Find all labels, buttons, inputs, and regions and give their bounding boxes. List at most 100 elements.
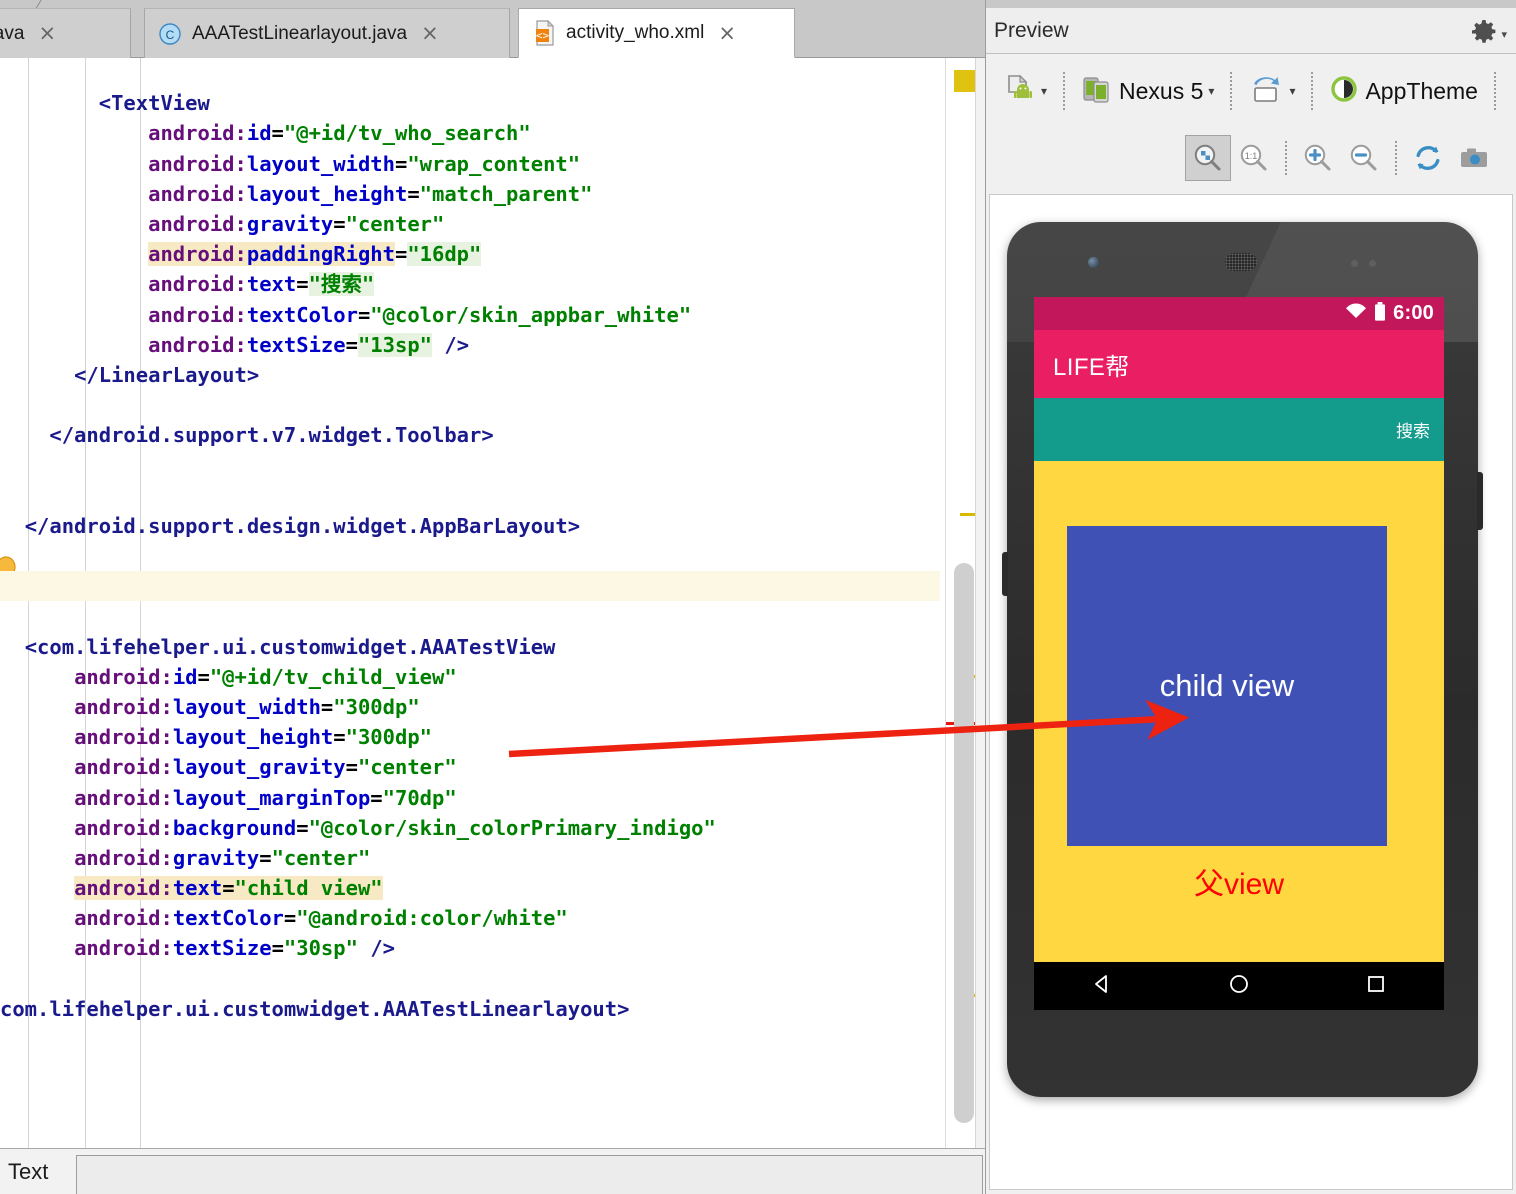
home-circle-icon[interactable] [1226, 971, 1252, 1002]
code-token: = [370, 786, 382, 810]
device-dropdown[interactable]: Nexus 5 ▾ [1075, 70, 1220, 113]
config-dropdown[interactable]: ▾ [996, 69, 1053, 114]
code-token [0, 635, 25, 659]
code-token: background [173, 816, 296, 840]
gutter-marker[interactable] [954, 70, 976, 92]
chevron-down-icon[interactable]: ▾ [1041, 85, 1047, 97]
code-token [358, 936, 370, 960]
chevron-down-icon[interactable]: ▾ [1501, 28, 1507, 41]
editor-scrollbar-thumb[interactable] [954, 563, 974, 1123]
theme-icon [1329, 74, 1359, 109]
editor-tab-label: ivity.java [0, 23, 24, 45]
code-token: "搜索" [309, 272, 375, 296]
code-token: layout_gravity [173, 755, 346, 779]
code-text-area[interactable]: <TextView android:id="@+id/tv_who_search… [0, 58, 985, 1148]
preview-top-strip [986, 0, 1516, 8]
code-token [0, 936, 74, 960]
zoom-out-button[interactable] [1341, 135, 1387, 181]
editor-tab-label: activity_who.xml [566, 22, 704, 44]
code-token: = [296, 816, 308, 840]
search-label[interactable]: 搜索 [1396, 417, 1430, 442]
code-line: android:textColor="@android:color/white" [0, 903, 940, 933]
close-icon[interactable]: × [718, 23, 736, 44]
theme-dropdown[interactable]: AppTheme [1323, 71, 1484, 112]
child-view-text: child view [1160, 668, 1294, 704]
refresh-render-button[interactable] [1405, 135, 1451, 181]
code-token: = [284, 906, 296, 930]
code-token: android: [148, 333, 247, 357]
preview-settings-button[interactable]: ▾ [1470, 18, 1507, 51]
code-token: android: [74, 665, 173, 689]
chevron-down-icon[interactable]: ▾ [1289, 85, 1295, 97]
search-toolbar[interactable]: 搜索 [1034, 398, 1444, 461]
code-token: <com.lifehelper.ui.customwidget.AAATestV… [25, 635, 556, 659]
code-token: android: [74, 755, 173, 779]
code-token [0, 303, 148, 327]
editor-scrollbar-track[interactable] [975, 58, 985, 1148]
code-token: "300dp" [333, 695, 419, 719]
editor-tab-activity-who-xml[interactable]: <> activity_who.xml × [518, 8, 795, 58]
svg-text:1:1: 1:1 [1245, 151, 1258, 161]
code-token: = [272, 121, 284, 145]
code-token [0, 242, 148, 266]
code-token [0, 152, 148, 176]
editor-marker-gutter[interactable] [945, 58, 985, 1148]
code-line: com.lifehelper.ui.customwidget.AAATestLi… [0, 994, 940, 1024]
code-token: "center" [272, 846, 371, 870]
zoom-to-fit-button[interactable] [1185, 135, 1231, 181]
code-line: android:layout_gravity="center" [0, 752, 940, 782]
design-mode-tab-strip[interactable] [76, 1155, 983, 1194]
wifi-icon [1345, 303, 1367, 324]
gear-icon [1470, 18, 1498, 51]
code-token: layout_height [173, 725, 333, 749]
orientation-dropdown[interactable]: ▾ [1242, 70, 1301, 113]
code-token: = [198, 665, 210, 689]
tabbar-top-strip: / [0, 0, 985, 8]
preview-render-canvas[interactable]: 6:00 LIFE帮 搜索 子view child view 父view [989, 194, 1513, 1190]
annotation-parent-view-label: 父view [1034, 859, 1444, 903]
code-token: paddingRight [247, 242, 395, 266]
orientation-icon [1248, 73, 1284, 110]
zoom-actual-size-button[interactable]: 1:1 [1231, 135, 1277, 181]
device-name-label: Nexus 5 [1119, 78, 1203, 105]
code-token: "wrap_content" [407, 152, 580, 176]
code-token: = [321, 695, 333, 719]
editor-tab-aaatestlinearlayout-java[interactable]: C AAATestLinearlayout.java × [144, 8, 510, 58]
close-icon[interactable]: × [421, 23, 439, 44]
code-line [0, 571, 940, 601]
screenshot-button[interactable] [1451, 135, 1497, 181]
code-token [0, 91, 99, 115]
zoom-in-button[interactable] [1295, 135, 1341, 181]
code-token: </android.support.design.widget.AppBarLa… [25, 514, 580, 538]
toolbar-separator [1311, 72, 1313, 110]
code-token: "70dp" [383, 786, 457, 810]
code-token [0, 182, 148, 206]
close-icon[interactable]: × [38, 23, 56, 44]
volume-button [1002, 552, 1008, 596]
code-token: android: [74, 876, 173, 900]
toolbar-separator [1494, 72, 1496, 110]
code-line: android:textSize="13sp" /> [0, 330, 940, 360]
status-bar-clock: 6:00 [1393, 302, 1434, 325]
code-token: textColor [173, 906, 284, 930]
code-token: android: [74, 695, 173, 719]
recents-square-icon[interactable] [1363, 971, 1389, 1002]
back-triangle-icon[interactable] [1089, 971, 1115, 1002]
code-token [0, 363, 74, 387]
code-token: = [259, 846, 271, 870]
tab-text-mode[interactable]: Text [8, 1159, 48, 1185]
preview-toolbar-zoom: 1:1 [986, 127, 1516, 189]
code-token: "center" [346, 212, 445, 236]
code-token: </LinearLayout> [74, 363, 259, 387]
code-token [0, 786, 74, 810]
code-token [0, 212, 148, 236]
chevron-down-icon[interactable]: ▾ [1208, 85, 1214, 97]
code-token: android: [74, 816, 173, 840]
editor-tab-activity-java[interactable]: ivity.java × [0, 8, 131, 58]
code-token [0, 333, 148, 357]
code-token: android: [74, 725, 173, 749]
code-token: = [395, 242, 407, 266]
code-token: /> [370, 936, 395, 960]
code-token [0, 846, 74, 870]
code-token [0, 121, 148, 145]
